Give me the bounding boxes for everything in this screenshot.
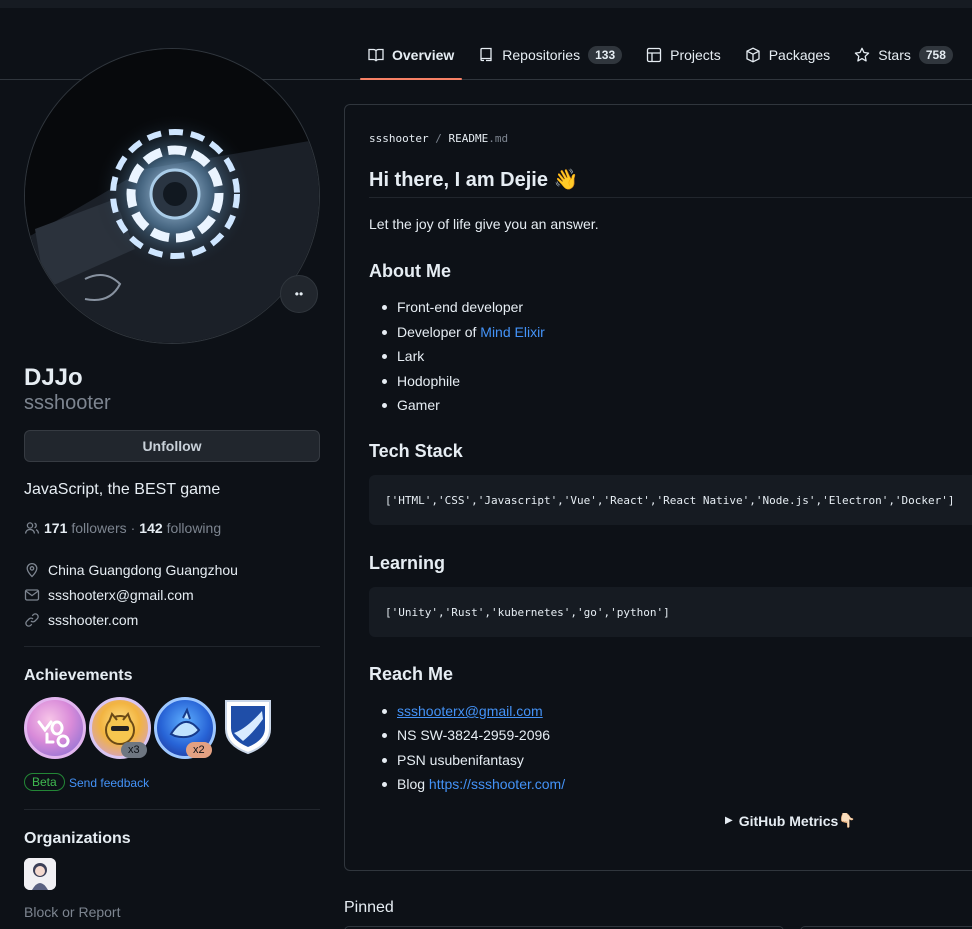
block-or-report-link[interactable]: Block or Report <box>24 904 120 920</box>
status-emoji-button[interactable]: •• <box>280 275 318 313</box>
list-item: PSN usubenifantasy <box>382 752 524 768</box>
tab-stars-label: Stars <box>878 46 911 63</box>
tab-repositories[interactable]: Repositories 133 <box>470 30 630 79</box>
readme-tagline: Let the joy of life give you an answer. <box>369 216 599 232</box>
heading-rule <box>369 197 972 198</box>
repo-icon <box>480 47 492 61</box>
achievement-yolo-badge[interactable] <box>24 697 86 759</box>
tab-stars[interactable]: Stars 758 <box>846 30 961 79</box>
tab-overview-label: Overview <box>392 46 455 63</box>
list-item: ssshooterx@gmail.com <box>382 703 543 719</box>
organization-avatar[interactable] <box>24 858 56 890</box>
package-icon <box>746 46 760 63</box>
status-emoji: •• <box>294 287 304 301</box>
stars-count-badge: 758 <box>918 45 953 64</box>
yolo-icon <box>37 720 70 748</box>
organizations-title: Organizations <box>24 830 131 847</box>
location-text: China Guangdong Guangzhou <box>48 562 238 578</box>
follow-separator: · <box>130 520 136 536</box>
followers-link[interactable]: 171 followers <box>44 520 127 536</box>
reach-email-link[interactable]: ssshooterx@gmail.com <box>397 703 543 719</box>
people-icon <box>24 522 40 534</box>
mail-icon <box>24 589 40 601</box>
crumb-separator: / <box>428 132 449 145</box>
link-icon <box>25 613 39 627</box>
list-item: Developer of Mind Elixir <box>382 324 545 340</box>
email-link[interactable]: ssshooterx@gmail.com <box>48 587 194 603</box>
crumb-file-link[interactable]: README.md <box>448 132 508 145</box>
following-link[interactable]: 142 following <box>139 520 221 536</box>
following-label: following <box>166 520 222 536</box>
vault-shield-icon <box>225 700 271 755</box>
send-feedback-link[interactable]: Send feedback <box>69 776 149 790</box>
location-row: China Guangdong Guangzhou <box>24 562 238 578</box>
list-item: NS SW-3824-2959-2096 <box>381 727 551 743</box>
tech-stack-heading: Tech Stack <box>369 441 463 461</box>
following-count: 142 <box>139 520 163 536</box>
list-item-text: Developer of <box>397 324 481 340</box>
reach-me-heading: Reach Me <box>369 664 454 684</box>
pinned-title: Pinned <box>344 899 394 916</box>
readme-heading: Hi there, I am Dejie 👋 <box>369 167 578 192</box>
readme-card: ssshooter / README.md Hi there, I am Dej… <box>344 104 972 871</box>
tab-projects[interactable]: Projects <box>638 30 729 79</box>
top-strip <box>0 0 972 8</box>
beta-label: Beta <box>24 773 65 791</box>
tab-projects-label: Projects <box>670 46 721 63</box>
avatar[interactable] <box>24 48 320 344</box>
learning-heading: Learning <box>369 553 446 573</box>
list-item: Gamer <box>382 397 440 413</box>
disclosure-triangle-icon: ▶ <box>725 815 733 826</box>
tab-repositories-label: Repositories <box>502 46 581 63</box>
followers-count: 171 <box>44 520 68 536</box>
org-character-icon <box>24 858 56 890</box>
tab-list: Overview Repositories 133 Projects Packa… <box>360 30 969 80</box>
follow-stats: 171 followers · 142 following <box>24 520 221 536</box>
divider <box>24 809 320 810</box>
tech-stack-code-block: ['HTML','CSS','Javascript','Vue','React'… <box>369 475 972 525</box>
list-item: Hodophile <box>381 373 461 389</box>
github-metrics-label: GitHub Metrics <box>738 812 839 829</box>
unfollow-button[interactable]: Unfollow <box>24 430 320 462</box>
profile-bio: JavaScript, the BEST game <box>24 481 221 498</box>
tab-packages[interactable]: Packages <box>737 30 838 79</box>
learning-code-block: ['Unity','Rust','kubernetes','go','pytho… <box>369 587 972 637</box>
blog-label: Blog <box>397 776 429 792</box>
followers-label: followers <box>71 520 127 536</box>
tab-overview[interactable]: Overview <box>360 30 463 80</box>
book-icon <box>368 48 384 62</box>
profile-name: DJJo <box>24 364 83 391</box>
website-row[interactable]: ssshooter.com <box>24 612 138 628</box>
repositories-count-badge: 133 <box>588 45 623 64</box>
location-icon <box>26 563 38 578</box>
star-icon <box>854 47 870 62</box>
point-down-emoji: 👇🏻 <box>838 812 856 828</box>
crumb-user-link[interactable]: ssshooter <box>369 132 429 145</box>
pull-shark-count-badge: x2 <box>186 742 212 758</box>
list-item: Lark <box>381 348 425 364</box>
crumb-file-name: README <box>448 132 489 145</box>
github-metrics-toggle[interactable]: ▶ GitHub Metrics 👇🏻 <box>725 812 856 829</box>
blog-link[interactable]: https://ssshooter.com/ <box>429 776 565 792</box>
crumb-file-ext: .md <box>488 132 509 145</box>
arc-reactor-image <box>25 49 319 343</box>
achievement-arctic-vault-badge[interactable] <box>222 697 274 755</box>
profile-login: ssshooter <box>24 392 111 414</box>
readme-heading-text: Hi there, I am Dejie <box>369 169 548 191</box>
list-item: Front-end developer <box>381 299 524 315</box>
tab-packages-label: Packages <box>768 46 831 63</box>
quickdraw-count-badge: x3 <box>121 742 147 758</box>
table-icon <box>646 47 662 62</box>
achievements-title: Achievements <box>24 667 133 684</box>
wave-emoji: 👋 <box>553 169 579 191</box>
mind-elixir-link[interactable]: Mind Elixir <box>480 324 545 340</box>
list-item: Blog https://ssshooter.com/ <box>381 776 565 792</box>
readme-breadcrumb: ssshooter / README.md <box>369 132 508 145</box>
website-link[interactable]: ssshooter.com <box>48 612 138 628</box>
about-me-heading: About Me <box>369 261 451 281</box>
divider <box>24 646 320 647</box>
email-row[interactable]: ssshooterx@gmail.com <box>24 587 194 603</box>
